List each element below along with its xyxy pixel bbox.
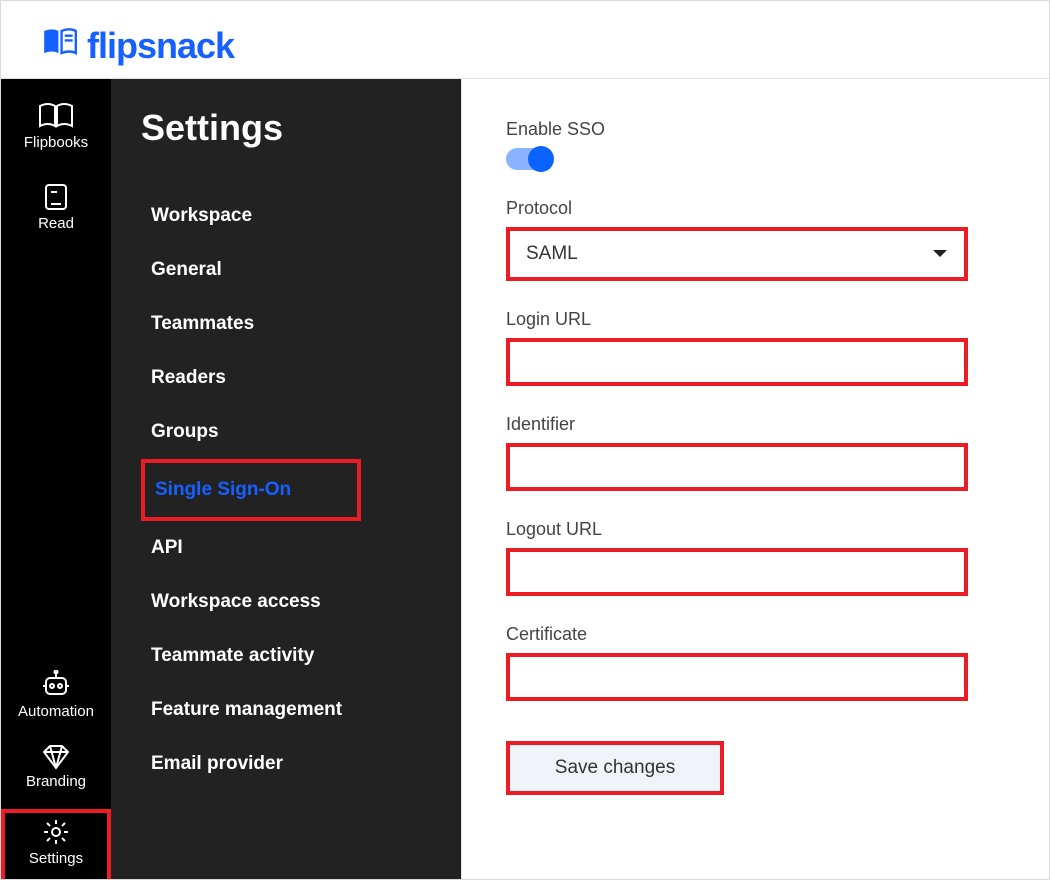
rail-item-flipbooks[interactable]: Flipbooks — [1, 95, 111, 164]
logout-url-label: Logout URL — [506, 519, 1029, 540]
enable-sso-field: Enable SSO — [506, 119, 1029, 170]
content-wrap: Enable SSO Protocol SAML Login URL Ident… — [461, 79, 1049, 879]
identifier-field: Identifier — [506, 414, 1029, 491]
protocol-field: Protocol SAML — [506, 198, 1029, 281]
enable-sso-label: Enable SSO — [506, 119, 1029, 140]
settings-item-readers[interactable]: Readers — [141, 351, 461, 405]
brand-logo[interactable]: flipsnack — [41, 25, 234, 67]
protocol-label: Protocol — [506, 198, 1029, 219]
settings-item-single-sign-on[interactable]: Single Sign-On — [141, 459, 361, 521]
save-changes-button[interactable]: Save changes — [506, 741, 724, 795]
protocol-select[interactable]: SAML — [506, 227, 968, 281]
login-url-field: Login URL — [506, 309, 1029, 386]
settings-item-groups[interactable]: Groups — [141, 405, 461, 459]
rail-label: Automation — [18, 703, 94, 720]
settings-menu-list: WorkspaceGeneralTeammatesReadersGroupsSi… — [141, 189, 461, 791]
app-body: Flipbooks Read Auto — [1, 79, 1049, 879]
settings-item-workspace-access[interactable]: Workspace access — [141, 575, 461, 629]
login-url-label: Login URL — [506, 309, 1029, 330]
settings-item-email-provider[interactable]: Email provider — [141, 737, 461, 791]
certificate-label: Certificate — [506, 624, 1029, 645]
certificate-input[interactable] — [506, 653, 968, 701]
chevron-down-icon — [932, 243, 948, 265]
logout-url-field: Logout URL — [506, 519, 1029, 596]
enable-sso-toggle[interactable] — [506, 148, 552, 170]
rail-item-settings[interactable]: Settings — [1, 809, 111, 880]
settings-item-feature-management[interactable]: Feature management — [141, 683, 461, 737]
certificate-field: Certificate — [506, 624, 1029, 701]
robot-icon — [1, 670, 111, 700]
rail-label: Read — [38, 215, 74, 232]
nav-rail: Flipbooks Read Auto — [1, 79, 111, 879]
rail-label: Settings — [29, 850, 83, 867]
logout-url-input[interactable] — [506, 548, 968, 596]
app-header: flipsnack — [1, 1, 1049, 79]
gear-icon — [5, 817, 107, 847]
login-url-input[interactable] — [506, 338, 968, 386]
protocol-value: SAML — [526, 243, 578, 265]
rail-item-automation[interactable]: Automation — [1, 664, 111, 733]
toggle-knob — [528, 146, 554, 172]
book-logo-icon — [41, 25, 79, 67]
settings-title: Settings — [141, 107, 461, 149]
rail-item-read[interactable]: Read — [1, 176, 111, 245]
book-open-icon — [1, 101, 111, 131]
page-icon — [1, 182, 111, 212]
rail-label: Branding — [26, 773, 86, 790]
settings-item-teammate-activity[interactable]: Teammate activity — [141, 629, 461, 683]
settings-item-workspace[interactable]: Workspace — [141, 189, 461, 243]
diamond-icon — [1, 744, 111, 770]
settings-item-general[interactable]: General — [141, 243, 461, 297]
identifier-label: Identifier — [506, 414, 1029, 435]
identifier-input[interactable] — [506, 443, 968, 491]
rail-label: Flipbooks — [24, 134, 88, 151]
settings-panel: Settings WorkspaceGeneralTeammatesReader… — [111, 79, 461, 879]
settings-item-teammates[interactable]: Teammates — [141, 297, 461, 351]
settings-item-api[interactable]: API — [141, 521, 461, 575]
brand-name: flipsnack — [87, 25, 234, 67]
sso-form: Enable SSO Protocol SAML Login URL Ident… — [462, 79, 1049, 795]
rail-item-branding[interactable]: Branding — [1, 738, 111, 803]
